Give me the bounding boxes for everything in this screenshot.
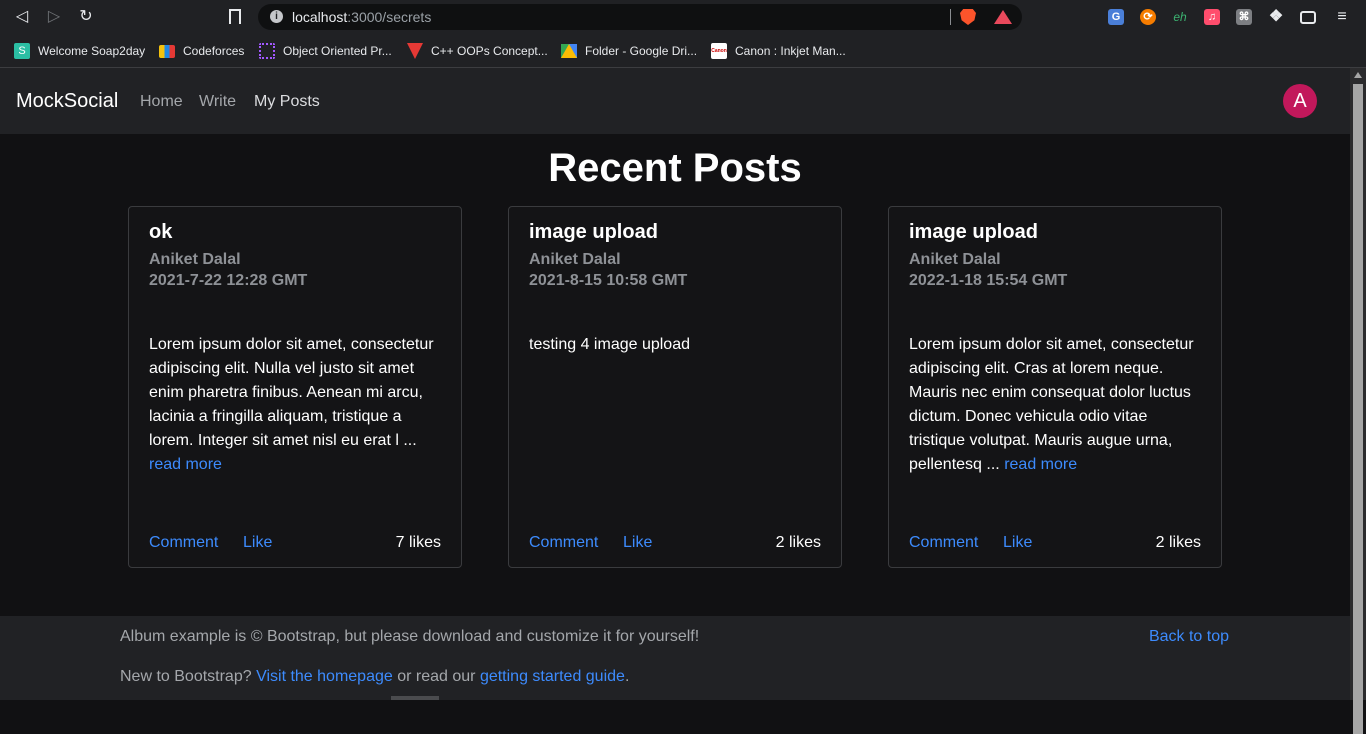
post-date: 2021-7-22 12:28 GMT <box>149 272 308 289</box>
post-excerpt-line: Lorem ipsum dolor sit amet, consectetur <box>149 336 434 353</box>
post-excerpt-line: lorem. Integer sit amet nisl eu erat l .… <box>149 432 417 449</box>
read-more-link[interactable]: read more <box>1004 456 1077 473</box>
post-excerpt: Lorem ipsum dolor sit amet, consectetur … <box>909 333 1205 477</box>
reload-icon[interactable]: ↻ <box>77 8 95 26</box>
grid-icon <box>259 43 275 59</box>
homepage-link[interactable]: Visit the homepage <box>256 668 393 685</box>
nav-my-posts[interactable]: My Posts <box>254 93 320 111</box>
comment-link[interactable]: Comment <box>149 534 218 552</box>
address-bar[interactable]: i localhost:3000/secrets <box>258 4 1022 30</box>
back-to-top-link[interactable]: Back to top <box>1149 628 1229 646</box>
bookmark-cpp[interactable]: C++ OOPs Concept... <box>407 42 548 60</box>
post-excerpt-line: tristique volutpat. Mauris augue urna, <box>909 432 1173 449</box>
info-icon[interactable]: i <box>270 10 283 23</box>
back-icon[interactable]: ◁ <box>13 8 31 26</box>
post-author: Aniket Dalal <box>149 251 241 268</box>
bookmark-soap2day[interactable]: S Welcome Soap2day <box>14 42 145 60</box>
menu-icon[interactable]: ≡ <box>1334 9 1350 25</box>
footer-text: Album example is © Bootstrap, but please… <box>120 628 700 645</box>
comment-link[interactable]: Comment <box>529 534 598 552</box>
forward-icon[interactable]: ▷ <box>45 8 63 26</box>
eh-icon[interactable]: eh <box>1172 9 1188 25</box>
post-card: image upload Aniket Dalal 2021-8-15 10:5… <box>508 206 842 568</box>
codeforces-icon <box>159 44 175 58</box>
bookmark-label: Object Oriented Pr... <box>283 44 392 58</box>
page-title: Recent Posts <box>548 146 802 190</box>
post-excerpt: Lorem ipsum dolor sit amet, consectetur … <box>149 333 445 477</box>
bookmark-oop[interactable]: Object Oriented Pr... <box>259 42 392 60</box>
post-title: ok <box>149 221 173 243</box>
avatar[interactable]: A <box>1283 84 1317 118</box>
post-card: image upload Aniket Dalal 2022-1-18 15:5… <box>888 206 1222 568</box>
post-excerpt-line: Lorem ipsum dolor sit amet, consectetur <box>909 336 1194 353</box>
soap2day-icon: S <box>14 43 30 59</box>
post-title: image upload <box>909 221 1038 243</box>
post-excerpt-line: Mauris nec enim consequat dolor luctus <box>909 384 1191 401</box>
brave-rewards-icon[interactable] <box>994 10 1012 24</box>
post-date: 2022-1-18 15:54 GMT <box>909 272 1068 289</box>
bookmark-label: Welcome Soap2day <box>38 44 146 58</box>
footer-line2-text: New to Bootstrap? <box>120 668 252 685</box>
page-viewport: MockSocial Home Write My Posts A Recent … <box>0 68 1350 700</box>
like-link[interactable]: Like <box>243 534 272 552</box>
scrollbar[interactable] <box>1350 68 1366 734</box>
bookmark-canon[interactable]: Canon Canon : Inkjet Man... <box>711 42 846 60</box>
post-excerpt-line: enim pharetra finibus. Aenean mi arcu, <box>149 384 423 401</box>
nav-home[interactable]: Home <box>140 93 183 111</box>
footer-line2-text: . <box>624 668 630 685</box>
extension-box-icon[interactable]: ⌘ <box>1236 9 1252 25</box>
post-author: Aniket Dalal <box>909 251 1001 268</box>
like-count: 2 likes <box>1155 534 1201 551</box>
scroll-indicator <box>391 696 439 700</box>
post-excerpt-line: testing 4 image upload <box>529 336 690 353</box>
bookmark-label: Folder - Google Dri... <box>585 44 698 58</box>
url-path: :3000/secrets <box>347 9 432 25</box>
browser-toolbar: ◁ ▷ ↻ i localhost:3000/secrets G ⟳ eh ♫ … <box>0 0 1366 34</box>
address-divider <box>950 9 951 25</box>
url-text[interactable]: localhost:3000/secrets <box>292 9 431 25</box>
navbar: MockSocial Home Write My Posts A <box>0 68 1350 134</box>
post-excerpt-line: adipiscing elit. Cras at lorem neque. <box>909 360 1164 377</box>
extensions-puzzle-icon[interactable]: ❖ <box>1268 9 1284 25</box>
like-count: 2 likes <box>775 534 821 551</box>
bookmarks-bar: S Welcome Soap2day Codeforces Object Orie… <box>0 34 1366 68</box>
bookmark-label: Canon : Inkjet Man... <box>735 44 846 58</box>
getting-started-link[interactable]: getting started guide <box>480 668 625 685</box>
post-excerpt-line: pellentesq ... <box>909 456 1000 473</box>
scrollbar-thumb[interactable] <box>1353 84 1363 734</box>
post-card: ok Aniket Dalal 2021-7-22 12:28 GMT Lore… <box>128 206 462 568</box>
wallet-icon[interactable] <box>1300 11 1316 24</box>
bookmark-label: C++ OOPs Concept... <box>431 44 548 58</box>
read-more-link[interactable]: read more <box>149 456 222 473</box>
bookmark-codeforces[interactable]: Codeforces <box>159 42 244 60</box>
post-author: Aniket Dalal <box>529 251 621 268</box>
footer-line2-text: or read our <box>397 668 476 685</box>
music-icon[interactable]: ♫ <box>1204 9 1220 25</box>
drive-icon <box>561 44 577 58</box>
like-link[interactable]: Like <box>1003 534 1032 552</box>
post-excerpt-line: lacinia a fringilla aliquam, tristique a <box>149 408 402 425</box>
footer-line2: New to Bootstrap? Visit the homepage or … <box>120 668 629 686</box>
post-excerpt-line: dictum. Donec vehicula odio vitae <box>909 408 1148 425</box>
post-excerpt-line: adipiscing elit. Nulla vel justo sit ame… <box>149 360 415 377</box>
post-excerpt: testing 4 image upload <box>529 333 825 357</box>
comment-link[interactable]: Comment <box>909 534 978 552</box>
footer: Album example is © Bootstrap, but please… <box>0 616 1350 700</box>
like-count: 7 likes <box>395 534 441 551</box>
bookmark-icon[interactable] <box>229 9 241 24</box>
canon-icon: Canon <box>711 43 727 59</box>
brave-shields-icon[interactable] <box>960 9 976 25</box>
translate-icon[interactable]: G <box>1108 9 1124 25</box>
url-host: localhost <box>292 9 348 25</box>
bookmark-drive[interactable]: Folder - Google Dri... <box>561 42 697 60</box>
post-date: 2021-8-15 10:58 GMT <box>529 272 688 289</box>
toggl-icon[interactable]: ⟳ <box>1140 9 1156 25</box>
like-link[interactable]: Like <box>623 534 652 552</box>
bookmark-label: Codeforces <box>183 44 245 58</box>
brand-logo[interactable]: MockSocial <box>16 90 118 113</box>
triangle-icon <box>407 43 423 59</box>
nav-write[interactable]: Write <box>199 93 236 111</box>
post-title: image upload <box>529 221 658 243</box>
scroll-up-icon[interactable] <box>1354 72 1362 78</box>
